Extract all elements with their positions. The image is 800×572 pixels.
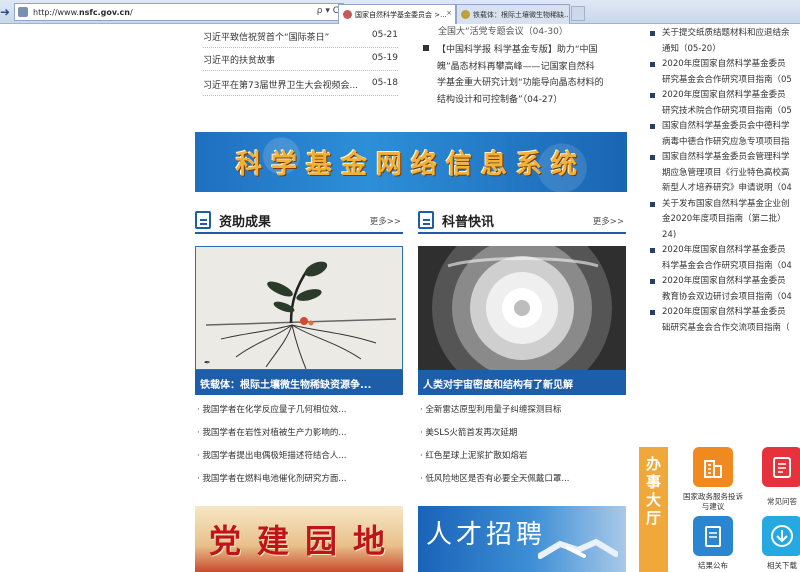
news-date: 05-19 (371, 53, 398, 63)
section-header-science-news: 科普快讯 更多>> (418, 210, 626, 234)
notice-item[interactable]: 国家自然科学基金委员会管理科学 期应急管理项目《行业特色高校高 新型人才培养研究》申… (650, 150, 800, 197)
notice-line[interactable]: 研究基金会合作研究项目指南（05 (662, 73, 800, 89)
document-icon (418, 211, 434, 229)
list-item[interactable]: · 我国学者提出电偶极矩描述符结合人... (197, 448, 407, 471)
notice-line[interactable]: 通知（05-20） (662, 42, 800, 58)
address-url: http://www.nsfc.gov.cn/ (33, 7, 133, 17)
notice-line[interactable]: 2020年度国家自然科学基金委员 (662, 274, 800, 290)
news-title[interactable]: 习近平在第73届世界卫生大会视频会... (203, 78, 358, 91)
plant-roots-illustration: ✒ (196, 247, 402, 369)
site-favicon-icon (18, 7, 28, 17)
notice-line[interactable]: 期应急管理项目《行业特色高校高 (662, 166, 800, 182)
list-item[interactable]: · 红色星球上泥浆扩散如熔岩 (420, 448, 630, 471)
notice-item[interactable]: 关于提交纸质结题材料和应退结余 通知（05-20） (650, 26, 800, 57)
document-icon (195, 211, 211, 229)
funding-feature-image[interactable]: ✒ (195, 246, 403, 370)
notice-list: 关于提交纸质结题材料和应退结余 通知（05-20） 2020年度国家自然科学基金委员… (650, 26, 800, 336)
notice-line[interactable]: 新型人才培养研究》申请说明（04 (662, 181, 800, 197)
promo-text: 党建园地 (209, 522, 402, 560)
tab-label: 国家自然科学基金委员会 >... (355, 11, 447, 19)
notice-item[interactable]: 2020年度国家自然科学基金委员 研究基金会合作研究项目指南（05 (650, 57, 800, 88)
list-item[interactable]: · 我国学者在化学反应量子几何相位效... (197, 402, 407, 425)
back-arrow-icon[interactable]: ➜ (0, 4, 12, 20)
service-hall-title: 办 事 大 厅 (645, 455, 661, 527)
notice-line[interactable]: 2020年度国家自然科学基金委员 (662, 57, 800, 73)
notice-line[interactable]: 科学基金会合作研究项目指南（04 (662, 259, 800, 275)
address-bar[interactable]: http://www.nsfc.gov.cn/ ρ ▾ C (14, 3, 344, 21)
service-label[interactable]: 常见问答 (760, 497, 800, 507)
svg-text:✒: ✒ (204, 358, 211, 367)
lens-photo (418, 246, 626, 370)
tab-favicon-icon (461, 10, 470, 19)
list-item[interactable]: · 美SLS火箭首发再次延期 (420, 425, 630, 448)
list-item[interactable]: · 我国学者在岩性对植被生产力影响的... (197, 425, 407, 448)
download-icon[interactable] (762, 516, 800, 556)
news-date: 05-21 (371, 30, 398, 40)
section-title: 科普快讯 (442, 215, 495, 230)
promo-text: 人才招聘 (426, 520, 547, 550)
notice-line[interactable]: 教育协会双边研讨会项目指南（04 (662, 290, 800, 306)
tab-nsfc[interactable]: 国家自然科学基金委员会 >... × (338, 4, 456, 24)
notice-line[interactable]: 病毒中德合作研究应急专项项目指 (662, 135, 800, 151)
notice-item[interactable]: 2020年度国家自然科学基金委员 础研究基金会合作交流项目指南（ (650, 305, 800, 336)
handshake-icon (538, 538, 618, 559)
section-header-funding: 资助成果 更多>> (195, 210, 403, 234)
tab-favicon-icon (343, 10, 352, 19)
notepad-icon[interactable] (762, 447, 800, 487)
new-tab-button[interactable] (571, 6, 585, 21)
more-link[interactable]: 更多>> (593, 215, 624, 227)
notice-item[interactable]: 国家自然科学基金委员会中德科学 病毒中德合作研究应急专项项目指 (650, 119, 800, 150)
notice-item[interactable]: 2020年度国家自然科学基金委员 科学基金会合作研究项目指南（04 (650, 243, 800, 274)
tab-article[interactable]: 铁载体：根际土壤微生物稀缺... (456, 4, 570, 24)
section-title: 资助成果 (219, 215, 272, 230)
party-building-banner[interactable]: 党建园地 (195, 506, 403, 572)
notice-line[interactable]: 24) (662, 228, 800, 244)
notice-line[interactable]: 关于发布国家自然科学基金企业创 (662, 197, 800, 213)
close-tab-icon[interactable]: × (446, 9, 452, 17)
address-tools[interactable]: ρ ▾ C (317, 6, 339, 16)
funding-feature-caption[interactable]: 铁载体：根际土壤微生物稀缺资源争... (195, 370, 403, 395)
tab-label: 铁载体：根际土壤微生物稀缺... (473, 11, 570, 19)
service-label[interactable]: 国家政务服务投诉与建议 (680, 492, 746, 512)
notice-line[interactable]: 2020年度国家自然科学基金委员 (662, 305, 800, 321)
service-hall-tab[interactable]: 办 事 大 厅 (639, 447, 668, 572)
notice-item[interactable]: 2020年度国家自然科学基金委员 研究技术院合作研究项目指南（05 (650, 88, 800, 119)
funding-list: · 我国学者在化学反应量子几何相位效... · 我国学者在岩性对植被生产力影响的… (197, 402, 407, 494)
science-news-list: · 全新雷达原型利用量子纠缠探测目标 · 美SLS火箭首发再次延期 · 红色星球… (420, 402, 630, 494)
notice-line[interactable]: 金2020年度项目指南（第二批） (662, 212, 800, 228)
notice-line[interactable]: 2020年度国家自然科学基金委员 (662, 243, 800, 259)
service-label[interactable]: 结果公布 (680, 561, 746, 571)
building-icon[interactable] (693, 447, 733, 487)
browser-toolbar: ➜ http://www.nsfc.gov.cn/ ρ ▾ C 国家自然科学基金… (0, 0, 800, 24)
notice-line[interactable]: 国家自然科学基金委员会管理科学 (662, 150, 800, 166)
list-item[interactable]: · 全新雷达原型利用量子纠缠探测目标 (420, 402, 630, 425)
news-title[interactable]: 习近平致信祝贺首个“国际茶日” (203, 30, 329, 43)
more-link[interactable]: 更多>> (370, 215, 401, 227)
science-feature-caption[interactable]: 人类对宇宙密度和结构有了新见解 (418, 370, 626, 395)
recruitment-banner[interactable]: 人才招聘 (418, 506, 626, 572)
notice-line[interactable]: 2020年度国家自然科学基金委员 (662, 88, 800, 104)
info-system-banner[interactable]: 科学基金网络信息系统 (195, 132, 627, 192)
news-date: 05-18 (371, 78, 398, 88)
banner-text: 科学基金网络信息系统 (235, 150, 586, 180)
news-row[interactable]: 习近平的扶贫故事 05-19 (203, 49, 398, 71)
news-row[interactable]: 习近平在第73届世界卫生大会视频会... 05-18 (203, 74, 398, 96)
middle-news-text[interactable]: 【中国科学报 科学基金专版】助力“中国 魄”晶态材料再攀高峰——记国家自然科 学… (437, 42, 629, 108)
news-title[interactable]: 习近平的扶贫故事 (203, 53, 275, 66)
notice-line[interactable]: 关于提交纸质结题材料和应退结余 (662, 26, 800, 42)
service-label[interactable]: 相关下载 (760, 561, 800, 571)
science-feature-image[interactable] (418, 246, 626, 370)
notice-item[interactable]: 关于发布国家自然科学基金企业创 金2020年度项目指南（第二批） 24) (650, 197, 800, 244)
notice-item[interactable]: 2020年度国家自然科学基金委员 教育协会双边研讨会项目指南（04 (650, 274, 800, 305)
list-item[interactable]: · 低风险地区是否有必要全天佩戴口罩... (420, 471, 630, 494)
document-icon[interactable] (693, 516, 733, 556)
list-item[interactable]: · 我国学者在燃料电池催化剂研究方面... (197, 471, 407, 494)
notice-line[interactable]: 国家自然科学基金委员会中德科学 (662, 119, 800, 135)
notice-line[interactable]: 础研究基金会合作交流项目指南（ (662, 321, 800, 337)
notice-line[interactable]: 研究技术院合作研究项目指南（05 (662, 104, 800, 120)
news-row[interactable]: 习近平致信祝贺首个“国际茶日” 05-21 (203, 26, 398, 48)
middle-news-partial[interactable]: 全国大“活党专题会议（04-30） (438, 24, 628, 37)
bullet-icon (423, 45, 429, 51)
